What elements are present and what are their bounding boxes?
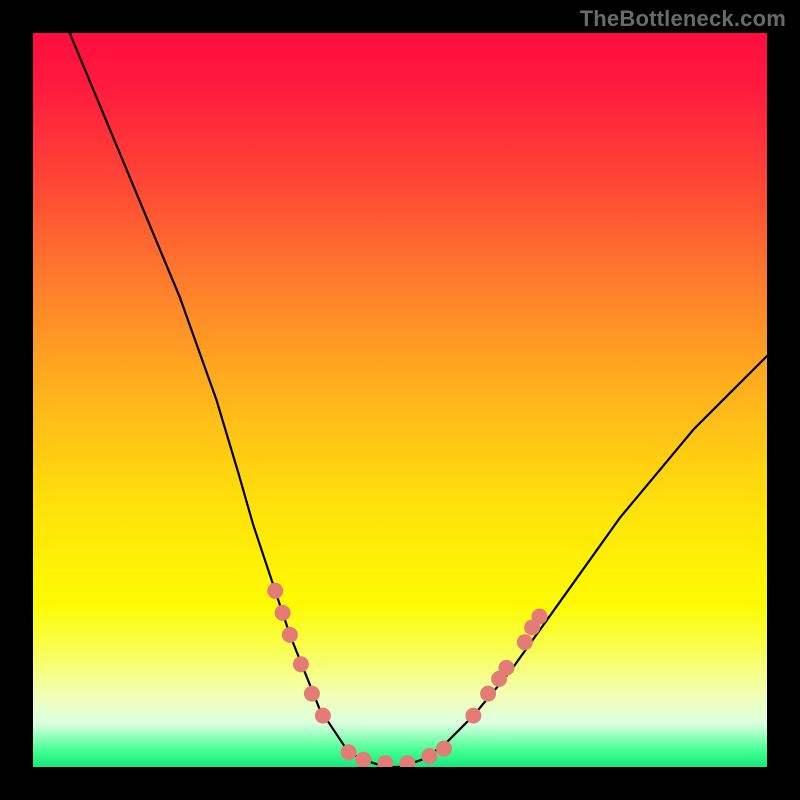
plot-area bbox=[33, 33, 767, 767]
marker-dot bbox=[275, 605, 291, 621]
marker-dot bbox=[377, 755, 393, 767]
marker-dot bbox=[517, 634, 533, 650]
chart-frame: TheBottleneck.com bbox=[0, 0, 800, 800]
marker-dot bbox=[421, 748, 437, 764]
curve-layer bbox=[33, 33, 767, 767]
marker-dot bbox=[399, 755, 415, 767]
marker-dot bbox=[498, 660, 514, 676]
marker-dot bbox=[304, 686, 320, 702]
watermark-text: TheBottleneck.com bbox=[580, 6, 786, 32]
marker-dot bbox=[436, 741, 452, 757]
marker-dot bbox=[355, 752, 371, 767]
marker-dot bbox=[282, 627, 298, 643]
marker-dot bbox=[267, 583, 283, 599]
marker-dot bbox=[341, 744, 357, 760]
marker-dot bbox=[293, 656, 309, 672]
curve-markers bbox=[267, 583, 547, 767]
marker-dot bbox=[315, 708, 331, 724]
marker-dot bbox=[480, 686, 496, 702]
marker-dot bbox=[532, 609, 548, 625]
marker-dot bbox=[465, 708, 481, 724]
bottleneck-curve bbox=[70, 33, 767, 767]
